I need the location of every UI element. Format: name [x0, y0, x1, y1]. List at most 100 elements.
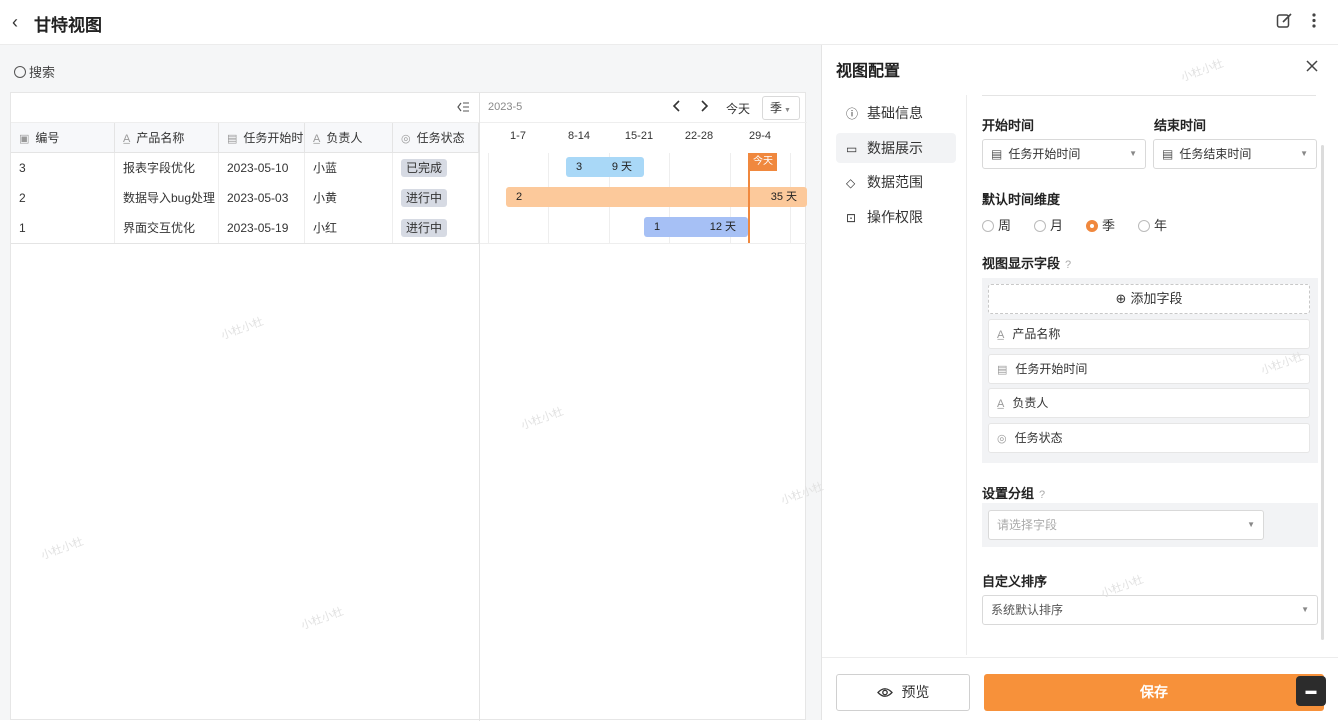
nav-item-data-range[interactable]: ◇ 数据范围: [836, 167, 956, 197]
scale-select[interactable]: 季 ▼: [762, 96, 800, 120]
text-field-icon: A̲: [123, 133, 131, 145]
week-label: 8-14: [567, 130, 591, 142]
bar-id: 3: [576, 161, 583, 173]
next-period-icon[interactable]: [699, 99, 709, 116]
start-time-select[interactable]: ▤ 任务开始时间 ▼: [982, 139, 1146, 169]
gantt-timeline: 2023-5 今天 季 ▼ 1-7 8-14 15-21 22-28 29-4 3: [480, 93, 807, 721]
bar-duration: 9 天: [611, 161, 632, 173]
back-icon[interactable]: ‹: [12, 12, 28, 32]
table-row[interactable]: 3 报表字段优化 2023-05-10 小蓝 已完成: [11, 153, 479, 183]
top-header: ‹ 甘特视图: [0, 0, 1338, 45]
cell-status: 进行中: [393, 183, 479, 213]
display-icon: ▭: [846, 142, 858, 156]
chevron-down-icon: ▼: [1301, 605, 1309, 614]
save-button[interactable]: 保存: [984, 674, 1324, 711]
field-item[interactable]: A̲ 产品名称: [988, 319, 1310, 349]
text-field-icon: A̲: [997, 329, 1005, 341]
chat-icon[interactable]: ▬: [1296, 676, 1326, 706]
task-bar[interactable]: 3 9 天: [566, 157, 644, 177]
search-label: 搜索: [29, 65, 56, 80]
bar-duration: 12 天: [709, 221, 736, 233]
prev-period-icon[interactable]: [672, 99, 682, 116]
column-header[interactable]: ▤任务开始时间: [219, 123, 305, 153]
cell-status: 进行中: [393, 213, 479, 243]
chevron-down-icon: ▼: [1129, 149, 1137, 158]
more-icon[interactable]: [1309, 12, 1319, 34]
text-field-icon: A̲: [997, 398, 1005, 410]
radio-week[interactable]: 周: [982, 215, 1011, 234]
radio-season[interactable]: 季: [1086, 215, 1115, 234]
radio-year[interactable]: 年: [1138, 215, 1167, 234]
today-button[interactable]: 今天: [726, 100, 750, 117]
cell-start: 2023-05-19: [219, 213, 305, 243]
chevron-down-icon: ▼: [1247, 520, 1255, 529]
panel-title: 视图配置: [836, 63, 901, 80]
gantt-bottom-border: [480, 243, 807, 244]
table-row[interactable]: 2 数据导入bug处理 2023-05-03 小黄 进行中: [11, 183, 479, 213]
close-icon[interactable]: [1306, 56, 1318, 77]
bar-id: 1: [654, 221, 661, 233]
field-item[interactable]: A̲ 负责人: [988, 388, 1310, 418]
search-box[interactable]: 搜索: [14, 62, 55, 81]
lock-icon: ⊡: [846, 211, 857, 225]
table-bottom-border: [11, 243, 479, 244]
help-icon[interactable]: ?: [1065, 259, 1071, 271]
display-fields-label: 视图显示字段?: [982, 256, 1072, 271]
task-bar[interactable]: 2 35 天: [506, 187, 807, 207]
cell-id: 2: [11, 183, 115, 213]
week-label: 22-28: [684, 130, 714, 142]
status-badge: 进行中: [401, 189, 448, 207]
nav-item-permissions[interactable]: ⊡ 操作权限: [836, 202, 956, 232]
cell-owner: 小蓝: [305, 153, 393, 183]
help-icon[interactable]: ?: [1039, 489, 1045, 501]
field-item[interactable]: ◎ 任务状态: [988, 423, 1310, 453]
group-label: 设置分组?: [982, 486, 1046, 501]
edit-icon[interactable]: [1276, 12, 1293, 34]
week-label: 1-7: [510, 130, 526, 142]
cell-name: 界面交互优化: [115, 213, 219, 243]
end-time-select[interactable]: ▤ 任务结束时间 ▼: [1153, 139, 1317, 169]
cell-status: 已完成: [393, 153, 479, 183]
field-item[interactable]: ▤ 任务开始时间: [988, 354, 1310, 384]
status-field-icon: ◎: [401, 133, 411, 145]
column-header[interactable]: ◎ 任务状态: [393, 123, 479, 153]
cell-id: 3: [11, 153, 115, 183]
sort-select[interactable]: 系统默认排序 ▼: [982, 595, 1318, 625]
cell-start: 2023-05-10: [219, 153, 305, 183]
page-title: 甘特视图: [34, 16, 102, 35]
cell-start: 2023-05-03: [219, 183, 305, 213]
status-badge: 已完成: [401, 159, 448, 177]
scrollbar[interactable]: [1321, 145, 1324, 640]
view-config-panel: 视图配置 ⓘ 基础信息 ▭ 数据展示 ◇ 数据范围 ⊡ 操作权限 开始时间 结束时间 ▤…: [821, 45, 1338, 720]
task-bar[interactable]: 1 12 天: [644, 217, 748, 237]
sort-label: 自定义排序: [982, 574, 1048, 589]
end-time-label: 结束时间: [1154, 118, 1207, 133]
cell-name: 报表字段优化: [115, 153, 219, 183]
column-header[interactable]: A̲ 负责人: [305, 123, 393, 153]
nav-item-data-display[interactable]: ▭ 数据展示: [836, 133, 956, 163]
nav-item-basic-info[interactable]: ⓘ 基础信息: [836, 98, 956, 128]
cell-owner: 小黄: [305, 183, 393, 213]
info-icon: ⓘ: [846, 107, 859, 121]
cell-name: 数据导入bug处理: [115, 183, 219, 213]
table-row[interactable]: 1 界面交互优化 2023-05-19 小红 进行中: [11, 213, 479, 243]
eye-icon: [876, 684, 897, 700]
start-time-label: 开始时间: [982, 118, 1035, 133]
chevron-down-icon: ▼: [1300, 149, 1308, 158]
group-box: 请选择字段 ▼: [982, 503, 1318, 547]
column-header[interactable]: ▣ 编号: [11, 123, 115, 153]
radio-month[interactable]: 月: [1034, 215, 1063, 234]
group-field-select[interactable]: 请选择字段 ▼: [988, 510, 1264, 540]
calendar-icon: ▤: [1162, 147, 1174, 161]
grid-line: [488, 153, 489, 243]
time-dimension-label: 默认时间维度: [982, 192, 1061, 207]
preview-button[interactable]: 预览: [836, 674, 970, 711]
table-header: ▣编号 A̲产品名称 ▤任务开始时间 A̲负责人 ◎任务状态: [11, 123, 479, 153]
date-field-icon: ▤: [227, 133, 238, 145]
collapse-columns-icon[interactable]: [457, 101, 469, 116]
column-header[interactable]: A̲ 产品名称: [115, 123, 219, 153]
add-field-button[interactable]: ⊕ 添加字段: [988, 284, 1310, 314]
config-content: 开始时间 结束时间 ▤ 任务开始时间 ▼ ▤ 任务结束时间 ▼ 默认时间维度 周 月 季…: [982, 95, 1318, 655]
plus-circle-icon: ⊕: [1115, 291, 1127, 306]
bar-duration: 35 天: [770, 191, 797, 203]
